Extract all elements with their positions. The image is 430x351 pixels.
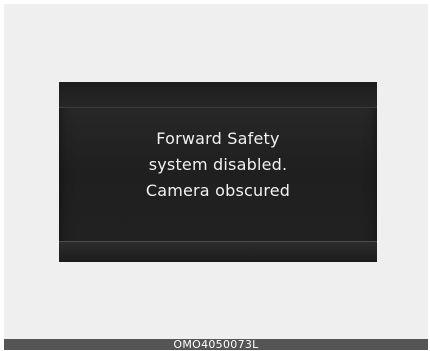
warning-message: Forward Safety system disabled. Camera o… (59, 126, 377, 204)
warning-message-line-1: Forward Safety (156, 129, 280, 148)
display-top-bar (59, 82, 377, 108)
image-code-label: OMO4050073L (173, 338, 259, 351)
cluster-display: Forward Safety system disabled. Camera o… (59, 82, 377, 262)
warning-message-line-3: Camera obscured (145, 181, 291, 200)
display-bottom-bar (59, 241, 377, 262)
warning-message-line-2: system disabled. (148, 155, 288, 174)
caption-bar: OMO4050073L (4, 339, 428, 350)
